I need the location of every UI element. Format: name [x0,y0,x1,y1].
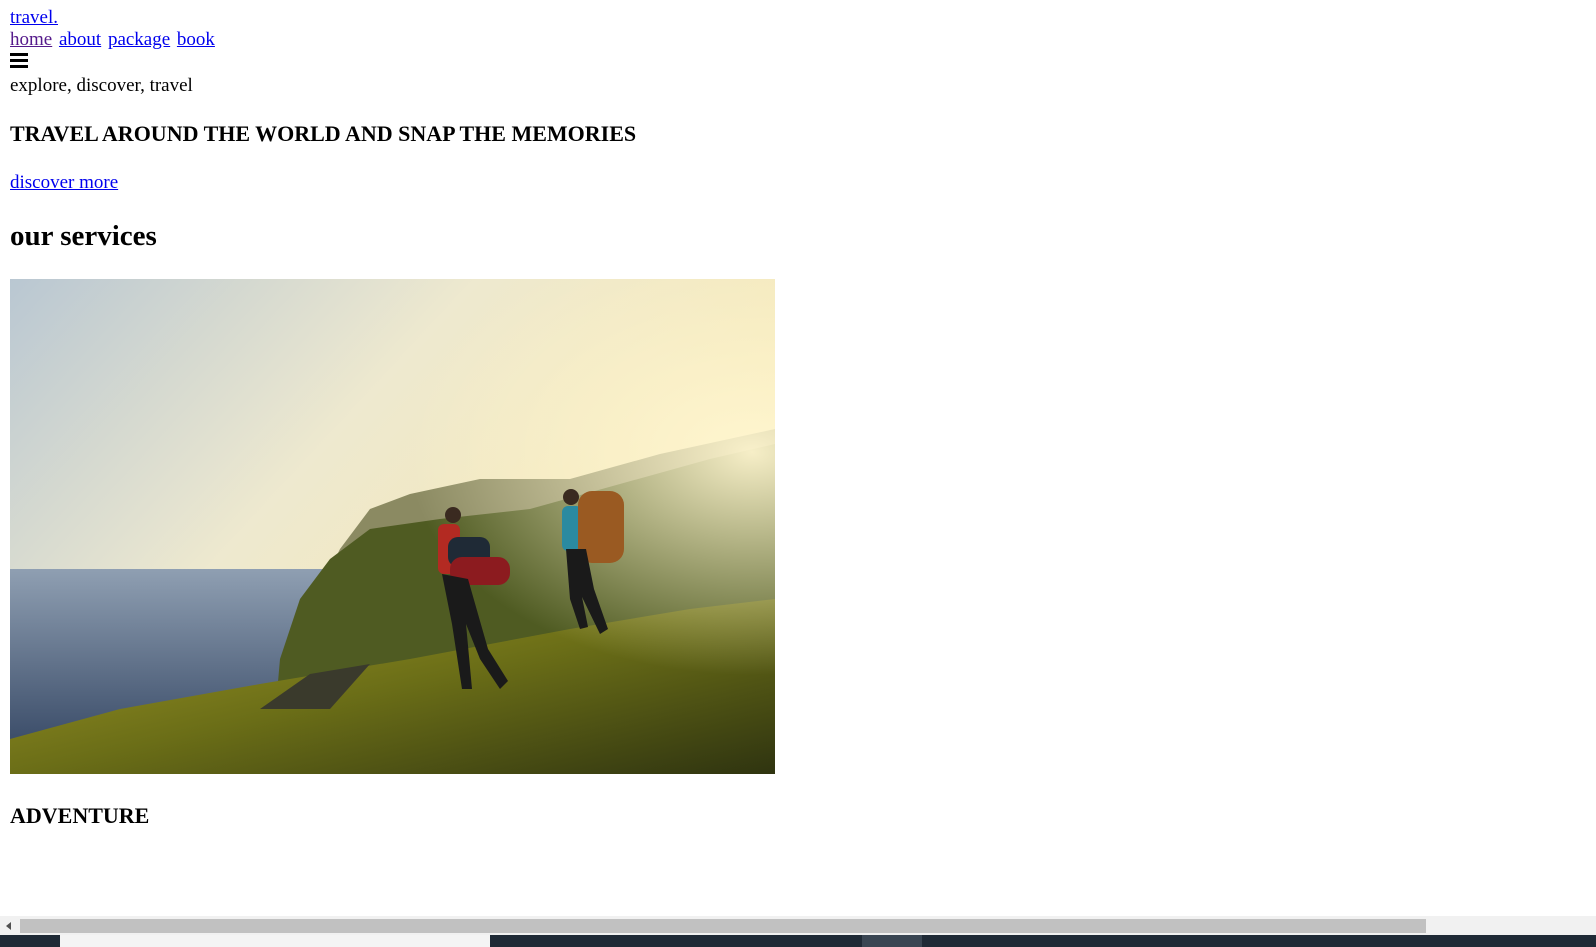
nav-link-package[interactable]: package [108,29,170,50]
scroll-left-arrow-icon[interactable] [6,922,11,930]
hamburger-menu-icon[interactable] [10,52,28,68]
scrollbar-thumb[interactable] [20,919,1426,933]
adventure-photo [10,279,775,774]
hero-tagline: explore, discover, travel [10,75,193,96]
service-title-adventure: ADVENTURE [10,803,150,828]
os-taskbar [0,935,1596,947]
taskbar-window-tab[interactable] [60,935,490,947]
horizontal-scrollbar[interactable] [0,916,1596,935]
site-logo-link[interactable]: travel. [10,7,58,29]
hero-title: TRAVEL AROUND THE WORLD AND SNAP THE MEM… [10,121,637,146]
nav-link-book[interactable]: book [177,29,215,50]
discover-more-link[interactable]: discover more [10,172,118,194]
nav-link-about[interactable]: about [59,29,101,50]
main-nav: home about package book [10,29,217,51]
taskbar-app-icon[interactable] [862,935,922,947]
nav-link-home[interactable]: home [10,29,52,50]
services-heading: our services [10,220,157,252]
